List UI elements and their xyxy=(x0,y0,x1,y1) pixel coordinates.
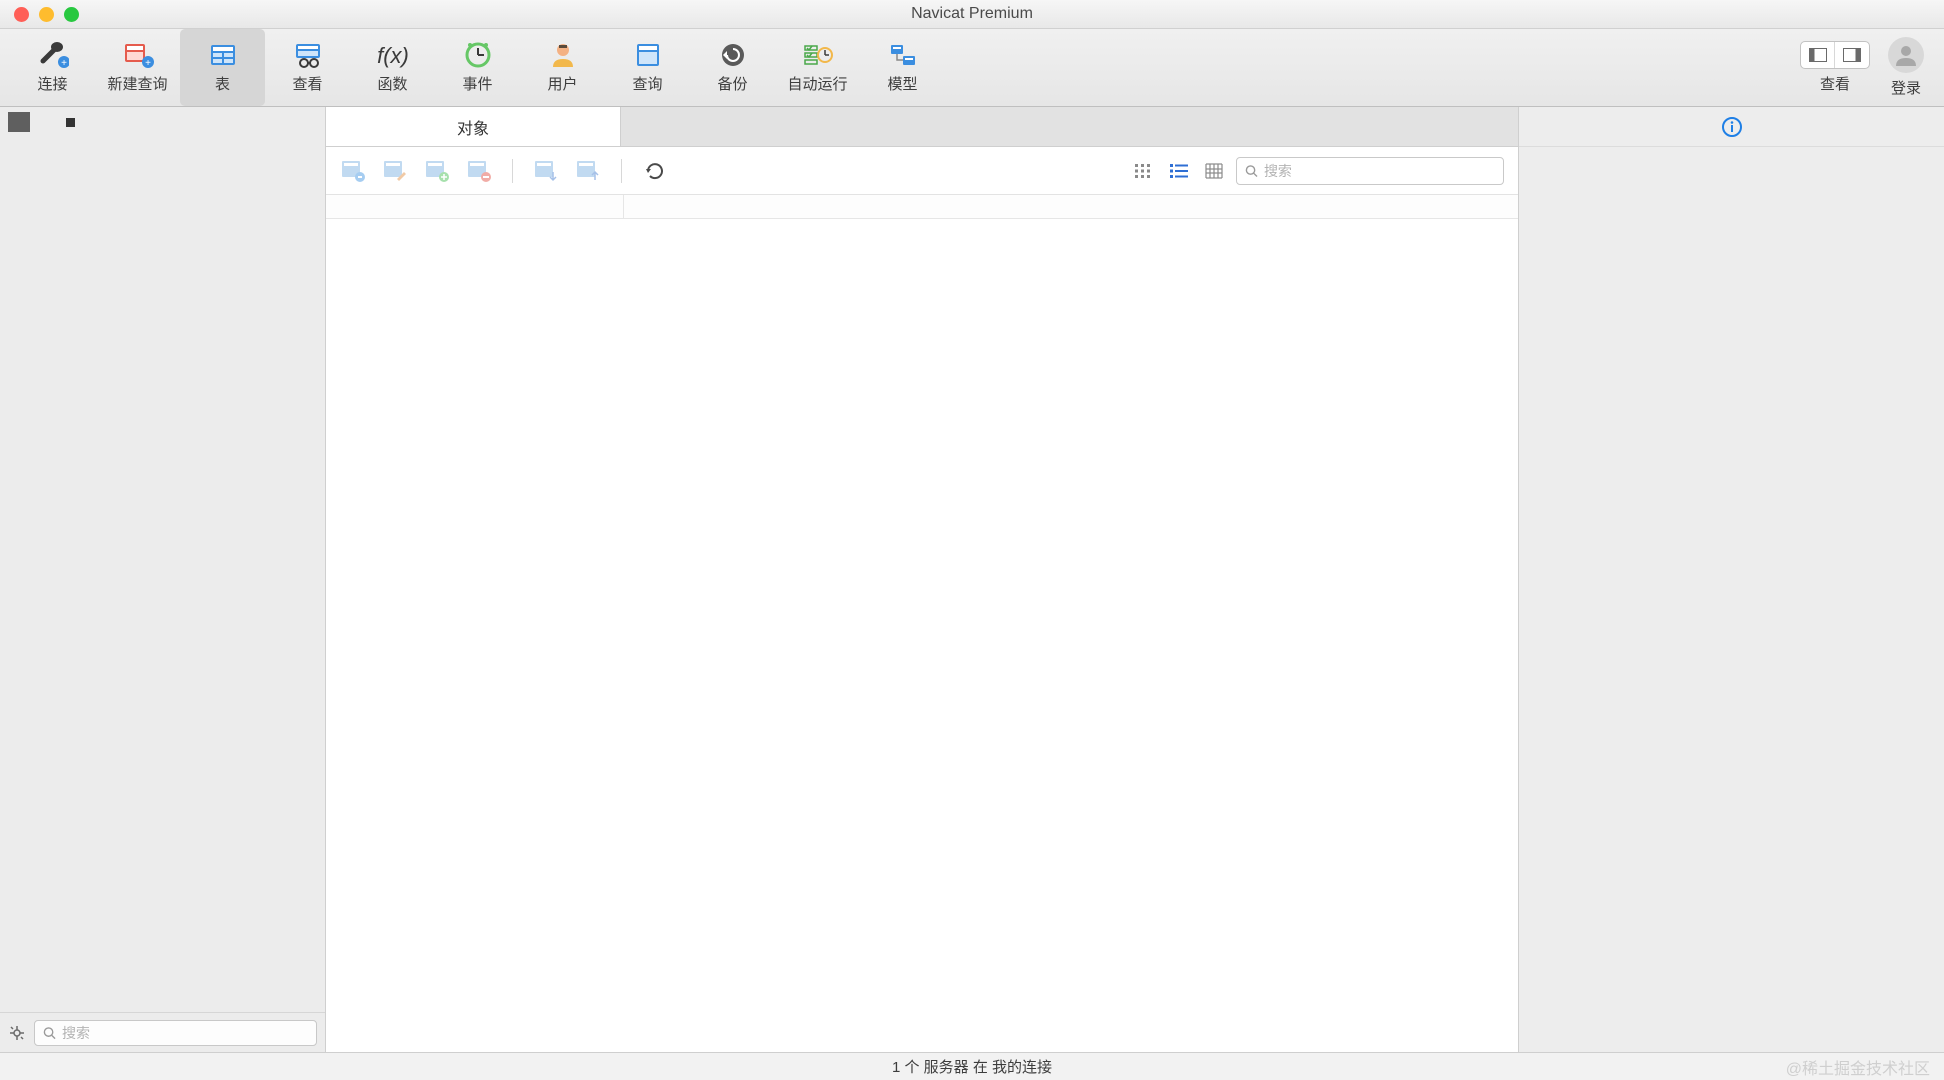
delete-table-icon[interactable] xyxy=(466,159,492,183)
svg-text:+: + xyxy=(145,58,151,69)
search-icon xyxy=(1245,164,1258,178)
toolbar-view[interactable]: 查看 xyxy=(265,29,350,106)
main-toolbar: + 连接 + 新建查询 表 查看 f(x) 函数 事件 用户 查询 xyxy=(0,29,1944,107)
sidebar-search[interactable] xyxy=(34,1020,317,1046)
login-button[interactable]: 登录 xyxy=(1888,37,1924,98)
refresh-icon[interactable] xyxy=(642,159,668,183)
close-icon[interactable] xyxy=(14,7,29,22)
window-title: Navicat Premium xyxy=(0,5,1944,23)
watermark: @稀土掘金技术社区 xyxy=(1786,1055,1930,1079)
status-text: 1 个 服务器 在 我的连接 xyxy=(892,1056,1052,1077)
table-header-row xyxy=(326,195,1518,219)
open-table-icon[interactable] xyxy=(340,159,366,183)
sidebar-search-input[interactable] xyxy=(62,1025,308,1041)
connection-tree-icon[interactable] xyxy=(8,112,30,132)
table-header-col[interactable] xyxy=(326,195,624,218)
toolbar-new-query[interactable]: + 新建查询 xyxy=(95,29,180,106)
sidebar-header xyxy=(0,107,325,137)
window-controls xyxy=(0,7,79,22)
avatar-icon xyxy=(1888,37,1924,73)
toolbar-query-label: 查询 xyxy=(632,73,662,94)
design-table-icon[interactable] xyxy=(382,159,408,183)
toolbar-event-label: 事件 xyxy=(462,73,492,94)
toolbar-user-label: 用户 xyxy=(547,73,577,94)
toolbar-connection[interactable]: + 连接 xyxy=(10,29,95,106)
connection-tree[interactable] xyxy=(0,137,325,1012)
view-left-panel-toggle[interactable] xyxy=(1801,42,1835,68)
object-list-content[interactable] xyxy=(326,219,1518,1052)
app-window: Navicat Premium + 连接 + 新建查询 表 查看 f(x) 函数… xyxy=(0,0,1944,1080)
view-right-panel-toggle[interactable] xyxy=(1835,42,1869,68)
maximize-icon[interactable] xyxy=(64,7,79,22)
titlebar: Navicat Premium xyxy=(0,0,1944,29)
search-icon xyxy=(43,1026,56,1040)
object-toolbar xyxy=(326,147,1518,195)
toolbar-query[interactable]: 查询 xyxy=(605,29,690,106)
sync-icon[interactable] xyxy=(8,1024,26,1042)
login-label: 登录 xyxy=(1891,77,1921,98)
toolbar-view-label: 查看 xyxy=(292,73,322,94)
sidebar xyxy=(0,107,326,1052)
svg-text:+: + xyxy=(61,58,67,69)
import-wizard-icon[interactable] xyxy=(533,159,559,183)
status-bar: 1 个 服务器 在 我的连接 @稀土掘金技术社区 xyxy=(0,1052,1944,1080)
toolbar-backup-label: 备份 xyxy=(717,73,747,94)
toolbar-model-label: 模型 xyxy=(887,73,917,94)
toolbar-connection-label: 连接 xyxy=(37,73,67,94)
inspector-tabs xyxy=(1519,107,1944,147)
view-segment-label: 查看 xyxy=(1820,73,1850,94)
new-table-icon[interactable] xyxy=(424,159,450,183)
object-search[interactable] xyxy=(1236,157,1504,185)
toolbar-model[interactable]: 模型 xyxy=(860,29,945,106)
main-area: 对象 xyxy=(326,107,1518,1052)
inspector-panel xyxy=(1518,107,1944,1052)
toolbar-event[interactable]: 事件 xyxy=(435,29,520,106)
toolbar-function[interactable]: f(x) 函数 xyxy=(350,29,435,106)
toolbar-user[interactable]: 用户 xyxy=(520,29,605,106)
toolbar-table[interactable]: 表 xyxy=(180,29,265,106)
tab-bar: 对象 xyxy=(326,107,1518,147)
tab-objects-label: 对象 xyxy=(457,115,489,139)
toolbar-function-label: 函数 xyxy=(377,73,407,94)
info-icon[interactable] xyxy=(1721,116,1743,138)
toolbar-automation[interactable]: 自动运行 xyxy=(775,29,860,106)
object-search-input[interactable] xyxy=(1264,163,1495,179)
view-grid-icon[interactable] xyxy=(1132,161,1154,181)
body: 对象 xyxy=(0,107,1944,1052)
toolbar-new-query-label: 新建查询 xyxy=(107,73,167,94)
toolbar-automation-label: 自动运行 xyxy=(787,73,847,94)
separator-icon xyxy=(512,159,513,183)
sidebar-indicator-icon xyxy=(66,118,75,127)
view-mode-group xyxy=(1132,161,1226,181)
toolbar-backup[interactable]: 备份 xyxy=(690,29,775,106)
sidebar-footer xyxy=(0,1012,325,1052)
view-detail-icon[interactable] xyxy=(1204,161,1226,181)
view-list-icon[interactable] xyxy=(1168,161,1190,181)
svg-text:f(x): f(x) xyxy=(377,43,409,68)
separator-icon xyxy=(621,159,622,183)
minimize-icon[interactable] xyxy=(39,7,54,22)
export-wizard-icon[interactable] xyxy=(575,159,601,183)
toolbar-table-label: 表 xyxy=(215,73,230,94)
view-segmented-control xyxy=(1800,41,1870,69)
tab-objects[interactable]: 对象 xyxy=(326,107,621,146)
